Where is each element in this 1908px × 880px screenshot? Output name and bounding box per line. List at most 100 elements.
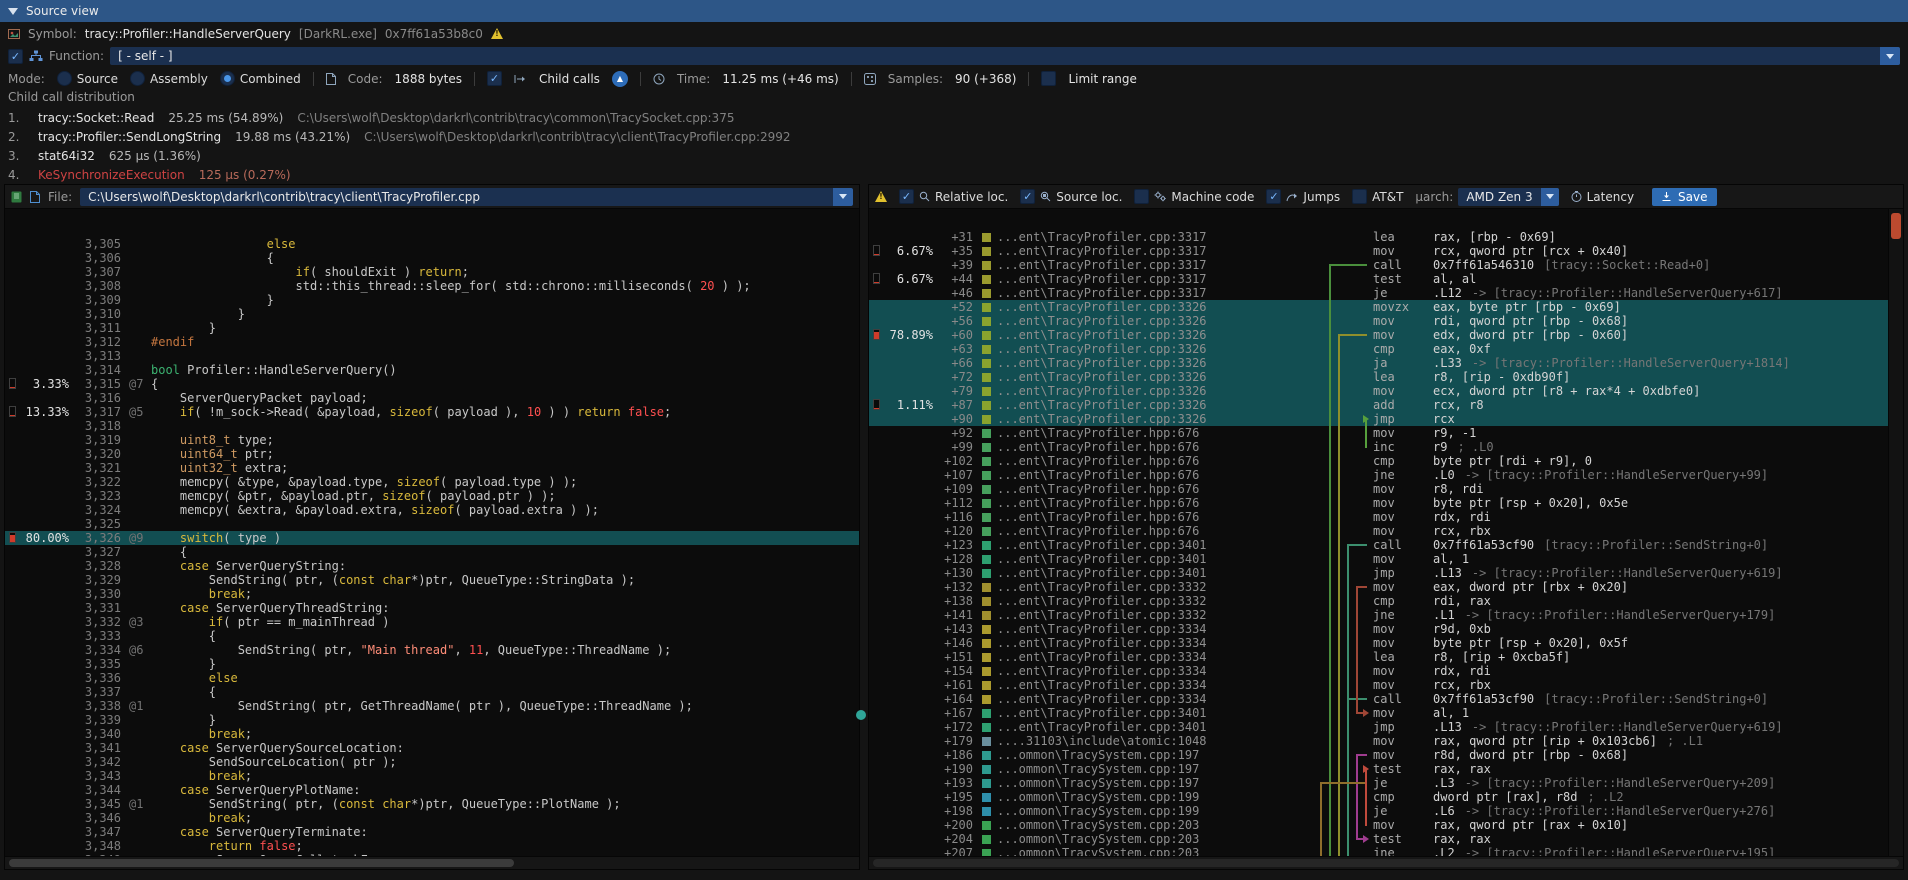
source-line[interactable]: 3,348 return false;: [5, 839, 859, 853]
asm-row[interactable]: 6.67%+44...ent\TracyProfiler.cpp:3317tes…: [869, 272, 1889, 286]
source-line[interactable]: 3,329 SendString( ptr, (const char*)ptr,…: [5, 573, 859, 587]
source-line[interactable]: 3,324 memcpy( &extra, &payload.extra, si…: [5, 503, 859, 517]
asm-row[interactable]: +116...ent\TracyProfiler.hpp:676movrdx, …: [869, 510, 1889, 524]
jump-arrow[interactable]: [1329, 264, 1331, 857]
asm-row[interactable]: +154...ent\TracyProfiler.cpp:3334movrdx,…: [869, 664, 1889, 678]
asm-row[interactable]: +151...ent\TracyProfiler.cpp:3334lear8, …: [869, 650, 1889, 664]
source-line[interactable]: 3,345@1 SendString( ptr, (const char*)pt…: [5, 797, 859, 811]
source-line[interactable]: 3,331 case ServerQueryThreadString:: [5, 601, 859, 615]
source-line[interactable]: 3,312#endif: [5, 335, 859, 349]
asm-row[interactable]: +200...ommon\TracySystem.cpp:203movrax, …: [869, 818, 1889, 832]
asm-row[interactable]: +107...ent\TracyProfiler.hpp:676jne.L0->…: [869, 468, 1889, 482]
source-line[interactable]: 3,330 break;: [5, 587, 859, 601]
child-calls-up-button[interactable]: ▲: [612, 71, 628, 87]
asm-row[interactable]: +146...ent\TracyProfiler.cpp:3334movbyte…: [869, 636, 1889, 650]
asm-row[interactable]: +179....31103\include\atomic:1048movrax,…: [869, 734, 1889, 748]
machine-code-toggle[interactable]: Machine code: [1134, 189, 1254, 204]
source-line[interactable]: 3,335 }: [5, 657, 859, 671]
asm-row[interactable]: +123...ent\TracyProfiler.cpp:3401call0x7…: [869, 538, 1889, 552]
source-line[interactable]: 3,310 }: [5, 307, 859, 321]
source-line[interactable]: 3,323 memcpy( &ptr, &payload.ptr, sizeof…: [5, 489, 859, 503]
source-loc-toggle[interactable]: ✓ Source loc.: [1020, 189, 1122, 204]
asm-row[interactable]: +112...ent\TracyProfiler.hpp:676movbyte …: [869, 496, 1889, 510]
asm-row[interactable]: +52...ent\TracyProfiler.cpp:3326movzxeax…: [869, 300, 1889, 314]
relative-loc-toggle[interactable]: ✓ Relative loc.: [899, 189, 1008, 204]
asm-row[interactable]: +90...ent\TracyProfiler.cpp:3326jmprcx: [869, 412, 1889, 426]
asm-row[interactable]: +46...ent\TracyProfiler.cpp:3317je.L12->…: [869, 286, 1889, 300]
source-line[interactable]: 3,321 uint32_t extra;: [5, 461, 859, 475]
asm-row[interactable]: +138...ent\TracyProfiler.cpp:3332cmprdi,…: [869, 594, 1889, 608]
asm-row[interactable]: +161...ent\TracyProfiler.cpp:3334movrcx,…: [869, 678, 1889, 692]
source-line[interactable]: 3,322 memcpy( &type, &payload.type, size…: [5, 475, 859, 489]
source-hscrollbar[interactable]: [5, 856, 859, 869]
source-line[interactable]: 3,338@1 SendString( ptr, GetThreadName( …: [5, 699, 859, 713]
child-call-item[interactable]: 4.KeSynchronizeExecution125 μs (0.27%): [8, 165, 1900, 184]
asm-row[interactable]: +164...ent\TracyProfiler.cpp:3334call0x7…: [869, 692, 1889, 706]
source-line[interactable]: 3,314bool Profiler::HandleServerQuery(): [5, 363, 859, 377]
source-line[interactable]: 3,347 case ServerQueryTerminate:: [5, 825, 859, 839]
asm-row[interactable]: +167...ent\TracyProfiler.cpp:3401moval, …: [869, 706, 1889, 720]
source-line[interactable]: 3,309 }: [5, 293, 859, 307]
function-combo[interactable]: [ - self - ]: [110, 47, 1900, 65]
asm-row[interactable]: +66...ent\TracyProfiler.cpp:3326ja.L33->…: [869, 356, 1889, 370]
asm-row[interactable]: +72...ent\TracyProfiler.cpp:3326lear8, […: [869, 370, 1889, 384]
asm-row[interactable]: +63...ent\TracyProfiler.cpp:3326cmpeax, …: [869, 342, 1889, 356]
asm-row[interactable]: +204...ommon\TracySystem.cpp:203testrax,…: [869, 832, 1889, 846]
asm-row[interactable]: +141...ent\TracyProfiler.cpp:3332jne.L1-…: [869, 608, 1889, 622]
source-line[interactable]: 3,308 std::this_thread::sleep_for( std::…: [5, 279, 859, 293]
source-line[interactable]: 3,327 {: [5, 545, 859, 559]
asm-row[interactable]: +92...ent\TracyProfiler.hpp:676movr9, -1: [869, 426, 1889, 440]
source-line[interactable]: 3,319 uint8_t type;: [5, 433, 859, 447]
source-line[interactable]: 3.33%3,315@7{: [5, 377, 859, 391]
assembly-hscrollbar[interactable]: [869, 856, 1903, 869]
source-line[interactable]: 3,339 }: [5, 713, 859, 727]
asm-row[interactable]: 6.67%+35...ent\TracyProfiler.cpp:3317mov…: [869, 244, 1889, 258]
source-line[interactable]: 3,316 ServerQueryPacket payload;: [5, 391, 859, 405]
att-toggle[interactable]: AT&T: [1352, 189, 1403, 204]
jump-arrow[interactable]: [1338, 334, 1340, 857]
asm-row[interactable]: +31...ent\TracyProfiler.cpp:3317learax, …: [869, 230, 1889, 244]
chevron-down-icon[interactable]: [1541, 188, 1559, 206]
limit-range-checkbox[interactable]: [1041, 71, 1056, 86]
asm-row[interactable]: +128...ent\TracyProfiler.cpp:3401moval, …: [869, 552, 1889, 566]
function-checkbox[interactable]: ✓: [8, 49, 23, 64]
source-line[interactable]: 3,343 break;: [5, 769, 859, 783]
source-line[interactable]: 3,336 else: [5, 671, 859, 685]
source-line[interactable]: 3,342 SendSourceLocation( ptr );: [5, 755, 859, 769]
mode-option-source[interactable]: Source: [57, 71, 118, 86]
source-line[interactable]: 3,313: [5, 349, 859, 363]
source-line[interactable]: 3,341 case ServerQuerySourceLocation:: [5, 741, 859, 755]
jumps-toggle[interactable]: ✓ Jumps: [1266, 189, 1340, 204]
jump-arrow[interactable]: [1320, 782, 1322, 857]
jump-arrow[interactable]: [1347, 544, 1349, 857]
asm-row[interactable]: +195...ommon\TracySystem.cpp:199cmpdword…: [869, 790, 1889, 804]
save-button[interactable]: Save: [1652, 188, 1716, 206]
asm-row[interactable]: +39...ent\TracyProfiler.cpp:3317call0x7f…: [869, 258, 1889, 272]
source-line[interactable]: 3,334@6 SendString( ptr, "Main thread", …: [5, 643, 859, 657]
source-line[interactable]: 3,333 {: [5, 629, 859, 643]
source-line[interactable]: 3,332@3 if( ptr == m_mainThread ): [5, 615, 859, 629]
source-line[interactable]: 3,306 {: [5, 251, 859, 265]
asm-row[interactable]: +99...ent\TracyProfiler.hpp:676incr9; .L…: [869, 440, 1889, 454]
latency-toggle[interactable]: Latency: [1571, 190, 1634, 204]
source-line[interactable]: 3,337 {: [5, 685, 859, 699]
asm-row[interactable]: +120...ent\TracyProfiler.hpp:676movrcx, …: [869, 524, 1889, 538]
assembly-vscrollbar[interactable]: [1888, 209, 1903, 857]
source-line[interactable]: 3,320 uint64_t ptr;: [5, 447, 859, 461]
source-line[interactable]: 3,344 case ServerQueryPlotName:: [5, 783, 859, 797]
source-line[interactable]: 13.33%3,317@5 if( !m_sock->Read( &payloa…: [5, 405, 859, 419]
source-hscrollbar-thumb[interactable]: [9, 859, 514, 867]
asm-row[interactable]: +143...ent\TracyProfiler.cpp:3334movr9d,…: [869, 622, 1889, 636]
asm-row[interactable]: +102...ent\TracyProfiler.hpp:676cmpbyte …: [869, 454, 1889, 468]
source-line[interactable]: 3,307 if( shouldExit ) return;: [5, 265, 859, 279]
chevron-down-icon[interactable]: [1880, 47, 1900, 65]
asm-row[interactable]: +130...ent\TracyProfiler.cpp:3401jmp.L13…: [869, 566, 1889, 580]
asm-row[interactable]: +193...ommon\TracySystem.cpp:197je.L3-> …: [869, 776, 1889, 790]
assembly-hscrollbar-thumb[interactable]: [873, 859, 1899, 867]
uarch-combo[interactable]: AMD Zen 3: [1458, 188, 1558, 206]
child-call-item[interactable]: 3.stat64i32625 μs (1.36%): [8, 146, 1900, 165]
asm-row[interactable]: +186...ommon\TracySystem.cpp:197movr8d, …: [869, 748, 1889, 762]
jump-arrow[interactable]: [1356, 586, 1358, 712]
asm-row[interactable]: +56...ent\TracyProfiler.cpp:3326movrdi, …: [869, 314, 1889, 328]
asm-row[interactable]: 1.11%+87...ent\TracyProfiler.cpp:3326add…: [869, 398, 1889, 412]
